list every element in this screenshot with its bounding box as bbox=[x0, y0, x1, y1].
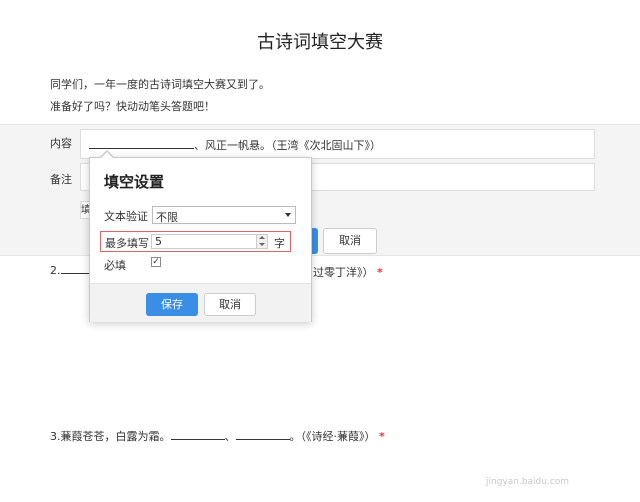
max-length-row: 最多填写 5 字 bbox=[100, 231, 291, 252]
validation-value: 不限 bbox=[156, 211, 178, 224]
watermark-url: jingyan.baidu.com bbox=[486, 477, 570, 487]
q3-blank-1 bbox=[170, 430, 225, 440]
question-2-tail: 过零丁洋》） * bbox=[313, 264, 383, 280]
q3-source: 。（《诗经·蒹葭》） bbox=[289, 430, 376, 443]
chevron-down-icon bbox=[285, 213, 291, 217]
validation-select[interactable]: 不限 bbox=[152, 206, 296, 224]
content-label: 内容 bbox=[50, 137, 72, 150]
note-label: 备注 bbox=[50, 173, 72, 186]
content-text: 、风正一帆悬。（王湾《次北固山下》） bbox=[89, 137, 381, 153]
required-checkbox[interactable]: ✓ bbox=[151, 257, 161, 267]
intro-text: 同学们，一年一度的古诗词填空大赛又到了。 准备好了吗？快动动笔头答题吧！ bbox=[50, 74, 270, 118]
required-star: * bbox=[379, 430, 385, 443]
q2-suffix: 过零丁洋》） bbox=[313, 266, 374, 279]
page-title: 古诗词填空大赛 bbox=[257, 32, 383, 53]
q3-blank-2 bbox=[235, 430, 290, 440]
save-button[interactable]: 保存 bbox=[146, 293, 198, 316]
validation-label: 文本验证 bbox=[104, 210, 148, 223]
intro-line-1: 同学们，一年一度的古诗词填空大赛又到了。 bbox=[50, 78, 270, 91]
q3-separator: 、 bbox=[224, 430, 236, 443]
q2-number: 2. bbox=[50, 264, 61, 277]
content-field[interactable]: 、风正一帆悬。（王湾《次北固山下》） bbox=[80, 129, 595, 159]
spin-down-icon[interactable] bbox=[259, 243, 265, 246]
editor-cancel-button[interactable]: 取消 bbox=[323, 228, 377, 254]
required-star: * bbox=[377, 266, 383, 279]
blank-underline[interactable] bbox=[89, 138, 194, 149]
content-suffix: 、风正一帆悬。（王湾《次北固山下》） bbox=[194, 139, 381, 152]
cancel-button[interactable]: 取消 bbox=[204, 293, 256, 316]
q3-text: 3.蒹葭苍苍，白露为霜。 bbox=[50, 430, 171, 443]
required-label: 必填 bbox=[104, 259, 126, 272]
number-spinner[interactable] bbox=[256, 235, 267, 248]
popup-footer: 保存 取消 bbox=[90, 283, 311, 322]
popup-title: 填空设置 bbox=[104, 173, 165, 191]
popup-arrow-inner bbox=[100, 152, 114, 159]
question-3: 3.蒹葭苍苍，白露为霜。 、 。（《诗经·蒹葭》） * bbox=[50, 428, 385, 444]
max-length-input[interactable]: 5 bbox=[151, 234, 268, 249]
fill-settings-popup: 填空设置 文本验证 不限 最多填写 5 字 必填 ✓ 保存 取消 bbox=[89, 150, 312, 322]
spin-up-icon[interactable] bbox=[259, 236, 265, 239]
max-length-value: 5 bbox=[155, 235, 162, 248]
max-length-unit: 字 bbox=[274, 237, 285, 250]
intro-line-2: 准备好了吗？快动动笔头答题吧！ bbox=[50, 100, 215, 113]
max-length-label: 最多填写 bbox=[105, 237, 149, 250]
